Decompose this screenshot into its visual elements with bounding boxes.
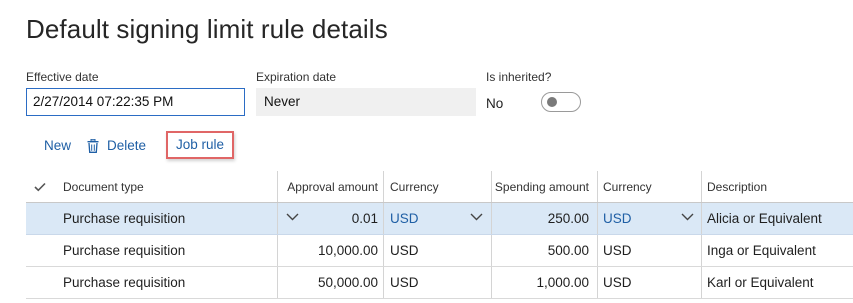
description-cell[interactable]: Alicia or Equivalent xyxy=(701,203,853,234)
spending-amount-cell[interactable]: 1,000.00 xyxy=(491,267,597,298)
table-row[interactable]: Purchase requisition 0.01 USD 250.00 USD… xyxy=(26,203,853,235)
spending-currency-cell[interactable]: USD xyxy=(597,267,701,298)
spending-amount-cell[interactable]: 250.00 xyxy=(491,203,597,234)
is-inherited-label: Is inherited? xyxy=(486,70,552,84)
col-spending-currency[interactable]: Currency xyxy=(597,171,701,202)
job-rule-button[interactable]: Job rule xyxy=(166,131,234,159)
document-type-select[interactable]: Purchase requisition xyxy=(54,203,299,234)
col-approval-currency[interactable]: Currency xyxy=(383,171,491,202)
col-approval-amount[interactable]: Approval amount xyxy=(277,171,383,202)
grid-header-row: Document type Approval amount Currency S… xyxy=(26,171,853,203)
signing-limit-grid: Document type Approval amount Currency S… xyxy=(26,171,853,299)
effective-date-label: Effective date xyxy=(26,70,99,84)
chevron-down-icon[interactable] xyxy=(470,213,483,221)
spending-amount-cell[interactable]: 500.00 xyxy=(491,235,597,266)
delete-label: Delete xyxy=(107,138,147,153)
approval-amount-cell[interactable]: 0.01 xyxy=(277,203,383,234)
document-type-cell[interactable]: Purchase requisition xyxy=(54,235,277,266)
description-cell[interactable]: Inga or Equivalent xyxy=(701,235,853,266)
table-row[interactable]: Purchase requisition 10,000.00 USD 500.0… xyxy=(26,235,853,267)
spending-currency-cell[interactable]: USD xyxy=(597,235,701,266)
new-button[interactable]: New xyxy=(44,138,71,153)
expiration-date-field: Never xyxy=(256,88,476,116)
chevron-down-icon[interactable] xyxy=(681,213,694,221)
col-description[interactable]: Description xyxy=(701,171,853,202)
spending-currency-select[interactable]: USD xyxy=(597,203,701,234)
toggle-knob xyxy=(547,97,557,107)
approval-amount-cell[interactable]: 10,000.00 xyxy=(277,235,383,266)
document-type-value: Purchase requisition xyxy=(63,211,186,226)
col-spending-amount[interactable]: Spending amount xyxy=(491,171,597,202)
spending-currency-value: USD xyxy=(603,211,632,226)
approval-currency-cell[interactable]: USD xyxy=(383,235,491,266)
effective-date-field[interactable]: 2/27/2014 07:22:35 PM xyxy=(26,88,245,116)
expiration-date-label: Expiration date xyxy=(256,70,337,84)
approval-amount-cell[interactable]: 50,000.00 xyxy=(277,267,383,298)
description-cell[interactable]: Karl or Equivalent xyxy=(701,267,853,298)
is-inherited-toggle[interactable] xyxy=(541,92,581,112)
col-document-type[interactable]: Document type xyxy=(54,171,277,202)
table-row[interactable]: Purchase requisition 50,000.00 USD 1,000… xyxy=(26,267,853,299)
page-title: Default signing limit rule details xyxy=(26,14,388,44)
select-all-check-icon[interactable] xyxy=(26,171,54,202)
is-inherited-value: No xyxy=(486,96,504,111)
trash-icon xyxy=(87,138,99,153)
delete-button[interactable]: Delete xyxy=(87,138,146,153)
document-type-cell[interactable]: Purchase requisition xyxy=(54,267,277,298)
approval-currency-value: USD xyxy=(390,211,419,226)
approval-currency-select[interactable]: USD xyxy=(383,203,491,234)
approval-currency-cell[interactable]: USD xyxy=(383,267,491,298)
